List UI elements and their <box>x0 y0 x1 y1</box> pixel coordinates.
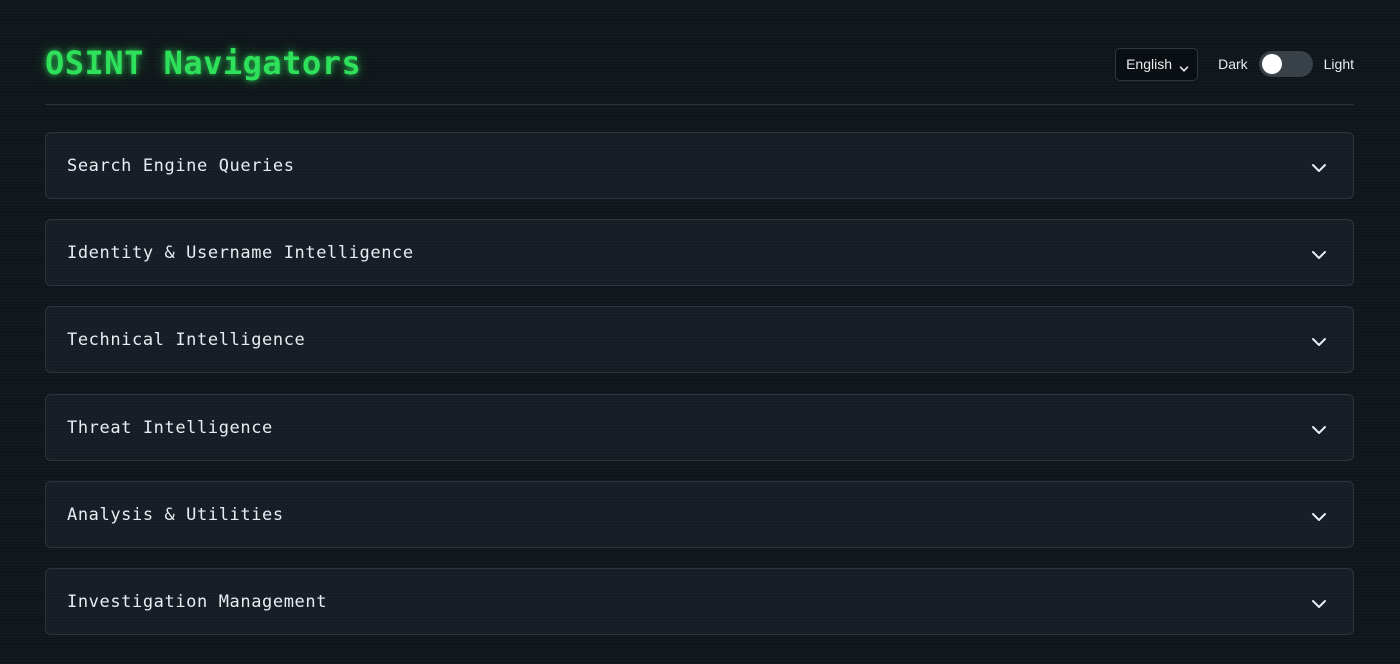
language-select-value: English <box>1126 56 1172 72</box>
chevron-down-icon[interactable] <box>1311 246 1327 260</box>
accordion-item-investigation-management[interactable]: Investigation Management <box>45 567 1354 635</box>
category-accordion: Search Engine Queries Identity & Usernam… <box>45 132 1354 655</box>
chevron-down-icon[interactable] <box>1311 595 1327 608</box>
language-select[interactable]: English <box>1115 47 1199 81</box>
chevron-down-icon[interactable] <box>1311 421 1327 434</box>
chevron-down-icon[interactable] <box>1311 508 1327 521</box>
chevron-down-icon <box>1179 59 1189 72</box>
accordion-item-technical-intelligence[interactable]: Technical Intelligence <box>45 306 1354 374</box>
accordion-item-label: Threat Intelligence <box>67 417 273 438</box>
accordion-item-label: Investigation Management <box>67 591 328 612</box>
accordion-item-label: Search Engine Queries <box>67 156 295 176</box>
accordion-item-search-engine-queries[interactable]: Search Engine Queries <box>45 132 1354 199</box>
accordion-item-label: Identity & Username Intelligence <box>67 243 414 264</box>
chevron-down-icon[interactable] <box>1311 333 1327 347</box>
chevron-down-icon[interactable] <box>1311 159 1327 172</box>
app-title[interactable]: OSINT Navigators <box>45 44 361 82</box>
accordion-item-identity-username-intelligence[interactable]: Identity & Username Intelligence <box>45 219 1354 287</box>
theme-label-dark: Dark <box>1218 56 1248 72</box>
theme-toggle[interactable] <box>1258 51 1313 77</box>
page-header: OSINT Navigators English Dark Light <box>45 0 1354 105</box>
header-controls: English Dark Light <box>1115 47 1354 81</box>
accordion-item-label: Analysis & Utilities <box>67 504 284 525</box>
toggle-knob <box>1261 54 1282 74</box>
accordion-item-label: Technical Intelligence <box>67 330 306 351</box>
accordion-item-analysis-utilities[interactable]: Analysis & Utilities <box>45 480 1354 548</box>
accordion-item-threat-intelligence[interactable]: Threat Intelligence <box>45 393 1354 461</box>
theme-label-light: Light <box>1323 56 1354 72</box>
